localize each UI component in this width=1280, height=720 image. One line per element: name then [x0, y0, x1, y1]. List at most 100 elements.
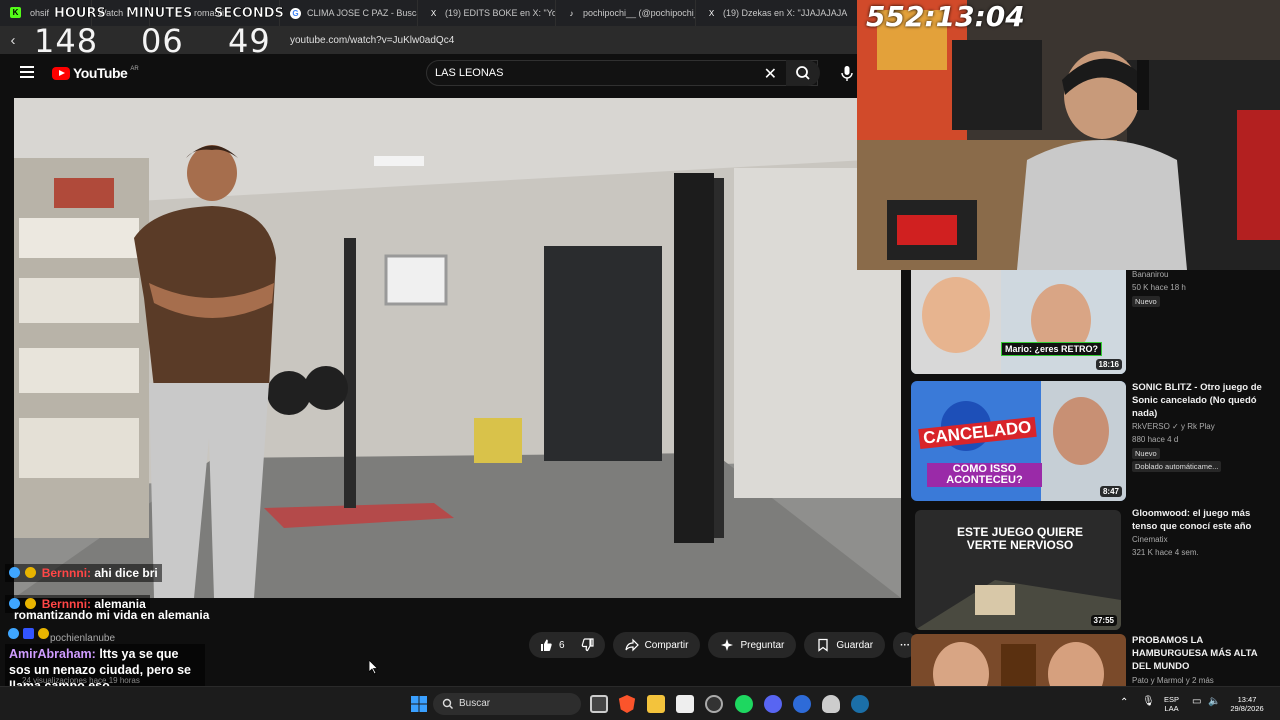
chat-badges-row: [8, 628, 51, 639]
rec-channel[interactable]: Pato y Marmol y 2 más: [1132, 676, 1214, 685]
rec-stats: 880 hace 4 d: [1132, 435, 1179, 444]
network-icon[interactable]: ▭: [1192, 697, 1201, 707]
sword-badge-icon: [9, 567, 20, 578]
youtube-logo[interactable]: YouTube AR: [52, 65, 139, 81]
sparkle-icon: [721, 639, 734, 651]
discord-icon[interactable]: [764, 695, 782, 713]
timer-hours-label: HOURS: [54, 6, 106, 22]
timer-seconds-label: SECONDS: [214, 6, 284, 22]
recommendations-scrollbar[interactable]: [1272, 270, 1280, 686]
ask-button[interactable]: Preguntar: [708, 632, 797, 658]
davinci-icon[interactable]: [676, 695, 694, 713]
task-view-icon[interactable]: [590, 695, 608, 713]
tab-x-edits-boke[interactable]: X (19) EDITS BOKE en X: "Yo fest: [418, 0, 556, 26]
screen: K ohsif Watch romanti G CLIMA JOSE C PAZ…: [0, 0, 1280, 720]
chat-message: Bernnni: ahi dice bri: [5, 564, 162, 582]
search-button[interactable]: [786, 60, 820, 86]
recommendations-list: Mario: ¿eres RETRO? 18:16 Bananirou 50 K…: [911, 270, 1280, 686]
stream-timer: 552:13:04: [866, 0, 1025, 33]
timer-minutes-label: MINUTES: [126, 6, 193, 22]
tab-x-dzekas[interactable]: X (19) Dzekas en X: "JJAJAJAJA ✕: [696, 0, 860, 26]
clock-time: 13:47: [1237, 695, 1257, 704]
tray-overflow-icon[interactable]: ⌃: [1120, 698, 1128, 708]
chat-username: Bernnni:: [41, 566, 92, 580]
like-dislike-button[interactable]: 6: [529, 632, 605, 658]
rec-channel-name: RkVERSO: [1132, 422, 1170, 431]
recommendation-item[interactable]: CANCELADO COMO ISSO ACONTECEU? 8:47 SONI…: [911, 381, 1280, 501]
thumbnail-overlay-text-2: COMO ISSO ACONTECEU?: [927, 463, 1042, 487]
windows-start-icon[interactable]: [410, 695, 428, 713]
rec-title[interactable]: PROBAMOS LA HAMBURGUESA MÁS ALTA DEL MUN…: [1132, 634, 1267, 673]
windows-taskbar: Buscar ⌃ 🎙 ESP LAA ▭ 🔈 13:47 29/8/2026: [0, 686, 1280, 720]
clock[interactable]: 13:47 29/8/2026: [1224, 695, 1270, 713]
subathon-timer: HOURS MINUTES SECONDS 148 06 49: [4, 2, 284, 62]
channel-name[interactable]: pochienlanube: [50, 633, 115, 644]
youtube-wordmark: YouTube: [73, 65, 128, 81]
video-thumbnail[interactable]: [911, 634, 1126, 686]
rec-channel[interactable]: Bananirou: [1132, 270, 1168, 279]
share-label: Compartir: [644, 639, 689, 651]
rec-stats: 321 K hace 4 sem.: [1132, 548, 1199, 557]
recommendation-item[interactable]: ESTE JUEGO QUIERE VERTE NERVIOSO 37:55 G…: [911, 507, 1280, 630]
skull-app-icon[interactable]: [822, 695, 840, 713]
recommendation-item[interactable]: Mario: ¿eres RETRO? 18:16 Bananirou 50 K…: [911, 270, 1280, 376]
rec-title[interactable]: Gloomwood: el juego más tenso que conocí…: [1132, 507, 1267, 533]
video-actions: 6 Compartir Preguntar Guardar ···: [529, 632, 918, 658]
tab-google-clima[interactable]: G CLIMA JOSE C PAZ - Buscar co: [280, 0, 418, 26]
file-explorer-icon[interactable]: [647, 695, 665, 713]
gift-badge-icon: [23, 628, 34, 639]
thumbs-down-icon: [581, 638, 594, 652]
save-button[interactable]: Guardar: [804, 632, 886, 658]
google-icon: G: [290, 7, 301, 19]
rec-channel-name-2: y Rk Play: [1180, 422, 1215, 431]
chat-app-icon[interactable]: [793, 695, 811, 713]
one-badge-icon: [25, 567, 37, 578]
search-box[interactable]: LAS LEONAS ✕: [426, 60, 818, 86]
mouse-cursor-icon: [369, 660, 379, 675]
video-frame: [14, 98, 901, 598]
rec-title[interactable]: SONIC BLITZ - Otro juego de Sonic cancel…: [1132, 381, 1267, 420]
youtube-play-icon: [52, 66, 70, 80]
views-line: 24 visualizaciones hace 19 horas: [22, 676, 140, 685]
x-icon: X: [430, 8, 437, 18]
ask-label: Preguntar: [740, 639, 785, 651]
new-badge: Nuevo: [1132, 296, 1160, 307]
search-input[interactable]: LAS LEONAS: [435, 67, 503, 79]
obs-icon[interactable]: [705, 695, 723, 713]
volume-icon[interactable]: 🔈: [1208, 697, 1220, 707]
lang-top: ESP: [1164, 695, 1180, 704]
duration-badge: 8:47: [1099, 486, 1122, 497]
video-thumbnail[interactable]: CANCELADO COMO ISSO ACONTECEU? 8:47: [911, 381, 1126, 501]
brave-browser-icon[interactable]: [618, 695, 636, 713]
menu-icon[interactable]: [20, 66, 34, 78]
tab-label: pochipochi__ (@pochipochi_: [583, 8, 696, 18]
tab-label: (19) Dzekas en X: "JJAJAJAJA: [723, 8, 848, 18]
thumbnail-image: [911, 270, 1126, 374]
rec-channel[interactable]: RkVERSO ✓ y Rk Play: [1132, 422, 1215, 431]
recommendation-item[interactable]: PROBAMOS LA HAMBURGUESA MÁS ALTA DEL MUN…: [911, 634, 1280, 686]
share-icon: [624, 638, 639, 652]
language-indicator[interactable]: ESP LAA: [1164, 695, 1179, 713]
video-player[interactable]: [14, 98, 901, 598]
microphone-icon[interactable]: [838, 64, 856, 82]
video-thumbnail[interactable]: Mario: ¿eres RETRO? 18:16: [911, 270, 1126, 374]
share-button[interactable]: Compartir: [612, 632, 701, 658]
steam-icon[interactable]: [851, 695, 869, 713]
verified-icon: ✓: [1172, 422, 1179, 431]
clear-search-icon[interactable]: ✕: [764, 64, 777, 84]
thumbs-up-icon: [541, 639, 552, 651]
url-field[interactable]: youtube.com/watch?v=JuKlw0adQc4: [290, 35, 454, 46]
tab-tiktok-pochipochi[interactable]: ♪ pochipochi__ (@pochipochi_: [556, 0, 696, 26]
microphone-tray-icon[interactable]: 🎙: [1142, 697, 1155, 707]
tiktok-icon: ♪: [569, 8, 574, 18]
thumbnail-overlay-text: ESTE JUEGO QUIERE VERTE NERVIOSO: [956, 525, 1084, 552]
taskbar-search-placeholder: Buscar: [459, 698, 491, 709]
duration-badge: 37:55: [1090, 615, 1117, 626]
country-code: AR: [130, 66, 139, 72]
save-label: Guardar: [836, 639, 874, 651]
rec-channel[interactable]: Cinematix: [1132, 535, 1168, 544]
spotify-icon[interactable]: [735, 695, 753, 713]
taskbar-search[interactable]: Buscar: [433, 693, 581, 715]
video-thumbnail[interactable]: ESTE JUEGO QUIERE VERTE NERVIOSO 37:55: [915, 510, 1121, 630]
one-badge-icon: [38, 628, 49, 639]
